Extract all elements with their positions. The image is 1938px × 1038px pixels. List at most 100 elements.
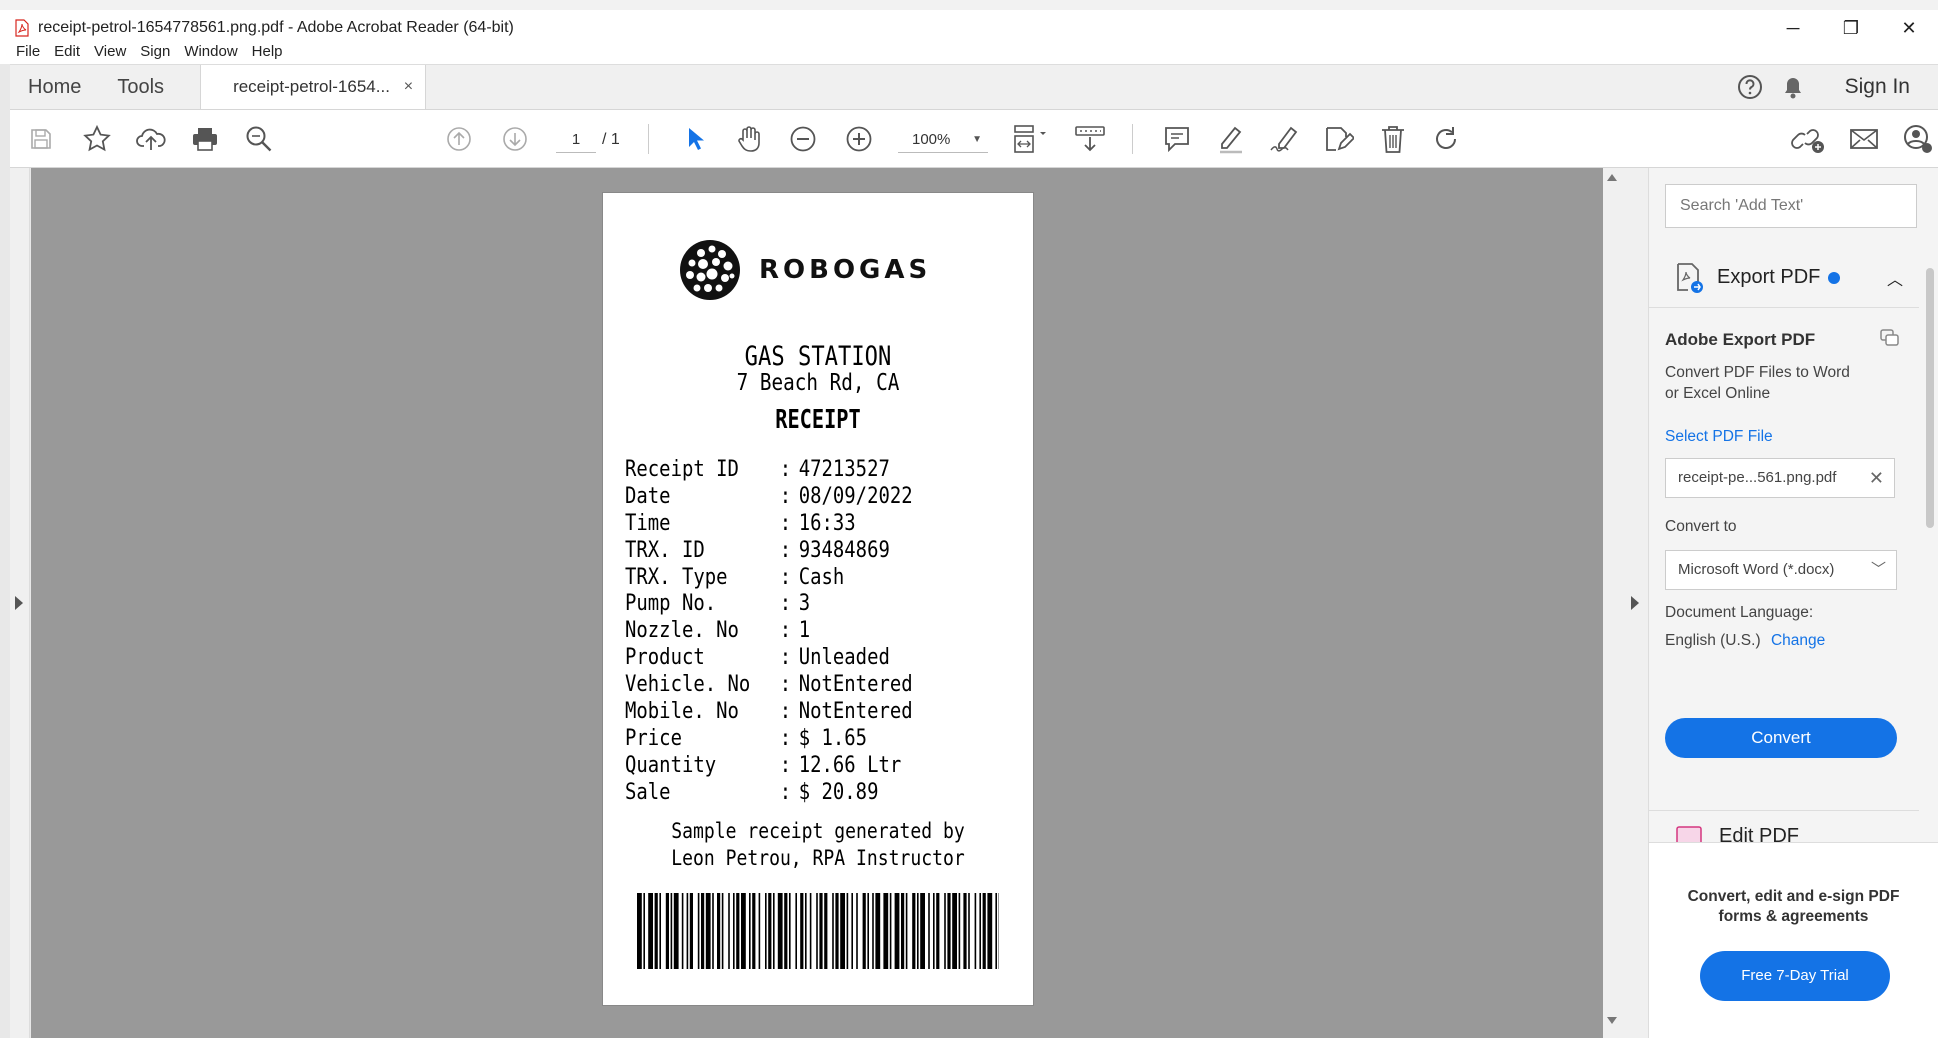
document-language-row: English (U.S.) Change [1665, 632, 1825, 650]
search-add-text-input[interactable]: Search 'Add Text' [1665, 184, 1917, 228]
tab-document[interactable]: receipt-petrol-1654... × [200, 65, 427, 109]
copy-icon[interactable] [1879, 328, 1901, 348]
sign-icon[interactable] [1268, 110, 1302, 168]
star-icon[interactable] [80, 110, 114, 168]
notification-bell-icon[interactable] [1781, 74, 1805, 100]
barcode-bar [795, 893, 797, 969]
receipt-row: Quantity:12.66 Ltr [625, 752, 902, 778]
share-link-icon[interactable] [1788, 110, 1828, 168]
barcode-bar [809, 893, 812, 969]
tab-tools[interactable]: Tools [99, 65, 182, 109]
delete-icon[interactable] [1376, 110, 1410, 168]
zoom-level-value: 100% [912, 131, 951, 148]
robogas-logo: ROBOGAS [679, 239, 931, 301]
barcode-bar [912, 893, 916, 969]
barcode-bar [952, 893, 957, 969]
barcode-bar [689, 893, 693, 969]
export-description-line-2: or Excel Online [1665, 385, 1771, 402]
menu-edit[interactable]: Edit [54, 43, 80, 60]
barcode-bar [936, 893, 940, 969]
receipt-row: Sale: $ 20.89 [625, 779, 879, 805]
brand-name: ROBOGAS [759, 255, 932, 285]
barcode-bar [717, 893, 721, 969]
zoom-in-icon[interactable] [842, 110, 876, 168]
fit-page-icon[interactable] [1010, 110, 1054, 168]
menu-help[interactable]: Help [252, 43, 283, 60]
barcode-bar [654, 893, 658, 969]
barcode-bar [974, 893, 977, 969]
barcode-bar [995, 893, 997, 969]
comment-icon[interactable] [1160, 110, 1194, 168]
window-title: receipt-petrol-1654778561.png.pdf - Adob… [38, 19, 514, 36]
receipt-row: Product: Unleaded [625, 645, 890, 671]
free-trial-button[interactable]: Free 7-Day Trial [1700, 951, 1890, 1001]
menu-sign[interactable]: Sign [140, 43, 170, 60]
barcode-bar [777, 893, 783, 969]
document-scrollbar[interactable] [1603, 168, 1621, 1038]
footer-line-2: Leon Petrou, RPA Instructor [671, 846, 965, 870]
barcode-bar [851, 893, 853, 969]
barcode-bar [840, 893, 845, 969]
convert-button[interactable]: Convert [1665, 718, 1897, 758]
help-icon[interactable] [1737, 74, 1763, 100]
edit-pdf-tool-icon [1676, 826, 1702, 842]
chevron-up-icon[interactable]: ︿ [1887, 266, 1903, 290]
barcode-bar [749, 893, 751, 969]
barcode-bar [862, 893, 866, 969]
right-panel-toggle[interactable] [1621, 168, 1649, 1038]
chevron-down-icon: ▼ [972, 134, 982, 145]
barcode-bar [686, 893, 689, 969]
account-icon[interactable] [1898, 110, 1938, 168]
scroll-mode-icon[interactable] [1070, 110, 1110, 168]
barcode-bar [789, 893, 791, 969]
barcode-bar [701, 893, 705, 969]
receipt-row: TRX. ID:93484869 [625, 537, 890, 563]
barcode-bar [736, 893, 740, 969]
receipt-row: Receipt ID:47213527 [625, 457, 890, 482]
menu-file[interactable]: File [16, 43, 40, 60]
zoom-level-select[interactable]: 100% ▼ [898, 127, 988, 153]
tools-pane-scrollbar[interactable] [1926, 268, 1934, 528]
hand-icon[interactable] [732, 110, 766, 168]
cloud-upload-icon[interactable] [134, 110, 168, 168]
receipt-heading: RECEIPT [775, 405, 861, 435]
edit-pdf-icon[interactable] [1322, 110, 1356, 168]
expand-left-icon [15, 596, 23, 610]
page-down-icon[interactable] [500, 110, 530, 168]
receipt-row: Pump No.:3 [625, 591, 811, 617]
export-description-line-1: Convert PDF Files to Word [1665, 364, 1850, 381]
scroll-down-icon[interactable] [1607, 1017, 1617, 1024]
page-up-icon[interactable] [444, 110, 474, 168]
edit-pdf-tool[interactable]: Edit PDF [1649, 810, 1919, 842]
select-pdf-file-link[interactable]: Select PDF File [1665, 428, 1773, 446]
tab-home[interactable]: Home [10, 65, 99, 109]
barcode-bar [979, 893, 981, 969]
barcode-bar [856, 893, 858, 969]
export-pdf-header[interactable]: Export PDF ︿ [1649, 248, 1919, 308]
barcode-bar [659, 893, 661, 969]
change-language-link[interactable]: Change [1771, 632, 1825, 649]
highlight-icon[interactable] [1214, 110, 1248, 168]
zoom-out-icon[interactable] [786, 110, 820, 168]
scroll-up-icon[interactable] [1607, 174, 1617, 181]
left-panel-toggle[interactable] [10, 168, 30, 1038]
barcode-bar [958, 893, 961, 969]
barcode-bar [681, 893, 684, 969]
save-icon[interactable] [26, 110, 56, 168]
receipt-row: Mobile. No: NotEntered [625, 699, 913, 725]
email-icon[interactable] [1844, 110, 1884, 168]
menu-window[interactable]: Window [184, 43, 237, 60]
print-icon[interactable] [188, 110, 222, 168]
tab-bar: Home Tools receipt-petrol-1654... × Sign… [10, 64, 1938, 110]
rotate-icon[interactable] [1430, 110, 1464, 168]
page-number-input[interactable]: 1 [556, 127, 596, 153]
select-pointer-icon[interactable] [680, 110, 710, 168]
sign-in-button[interactable]: Sign In [1845, 75, 1910, 99]
close-tab-icon[interactable]: × [404, 78, 413, 96]
barcode-bar [905, 893, 908, 969]
barcode-bar [733, 893, 735, 969]
menu-view[interactable]: View [94, 43, 126, 60]
convert-format-select[interactable]: Microsoft Word (*.docx) ﹀ [1665, 550, 1897, 590]
zoom-search-icon[interactable] [242, 110, 276, 168]
remove-file-icon[interactable]: ✕ [1869, 459, 1884, 497]
